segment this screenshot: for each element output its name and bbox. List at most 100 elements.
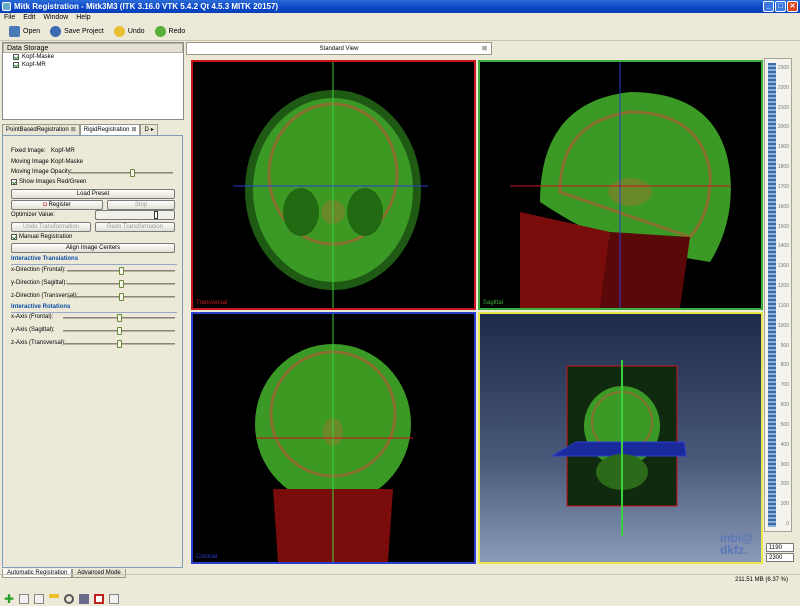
ruler-tick-label: 2000	[777, 124, 789, 131]
tab-rigid-registration[interactable]: RigidRegistration ⊠	[79, 124, 141, 135]
status-bar: 211.51 MB (6.37 %)	[0, 574, 800, 586]
close-icon[interactable]: ⊠	[71, 125, 76, 135]
ruler-tick-label: 600	[780, 402, 789, 409]
ruler-tick-label: 1300	[777, 263, 789, 270]
rotation-z-label: z-Axis (Transversal):	[11, 340, 66, 346]
node-visibility-checkbox[interactable]	[13, 54, 19, 60]
ruler-tick-label: 1400	[777, 243, 789, 250]
close-icon[interactable]: ⊠	[482, 43, 487, 55]
coronal-view[interactable]: Coronal	[191, 312, 476, 564]
memory-usage: 211.51 MB (6.37 %)	[735, 577, 788, 583]
arrow-left-icon[interactable]	[19, 594, 29, 604]
redo-button[interactable]: Redo	[152, 26, 189, 37]
manual-registration-row[interactable]: Manual Registration	[11, 234, 72, 240]
sagittal-view[interactable]: Sagittal	[478, 60, 763, 310]
load-preset-button[interactable]: Load Preset	[11, 189, 175, 199]
transversal-view-label: Transversal	[196, 300, 228, 306]
menu-edit[interactable]: Edit	[23, 13, 35, 23]
optimizer-value-label: Optimizer Value:	[11, 212, 55, 218]
close-icon[interactable]: ⊠	[131, 125, 136, 135]
level-window-bar[interactable]	[768, 63, 776, 527]
slider-handle[interactable]	[119, 280, 124, 288]
menu-help[interactable]: Help	[76, 13, 90, 23]
rotation-z-slider[interactable]	[63, 340, 175, 348]
align-image-centers-button[interactable]: Align Image Centers	[11, 243, 175, 253]
optimizer-value-field	[95, 210, 175, 220]
ruler-tick-label: 1500	[777, 223, 789, 230]
undo-icon	[113, 26, 125, 37]
translation-z-slider[interactable]	[67, 293, 175, 301]
data-node-kopf-maske[interactable]: Kopf-Maske	[3, 53, 183, 61]
slider-handle[interactable]	[117, 314, 122, 322]
menu-window[interactable]: Window	[43, 13, 68, 23]
slider-handle[interactable]	[119, 267, 124, 275]
left-panel: Data Storage Kopf-Maske Kopf-MR PointBas…	[0, 42, 185, 605]
transversal-view[interactable]: Transversal	[191, 60, 476, 310]
slider-handle[interactable]	[117, 340, 122, 348]
opacity-label: Moving Image Opacity:	[11, 169, 73, 175]
add-point-icon[interactable]: ✚	[4, 593, 14, 605]
ruler-tick-label: 2300	[777, 65, 789, 71]
data-storage-title: Data Storage	[3, 43, 183, 53]
section-divider	[11, 264, 177, 265]
ruler-tick-label: 700	[780, 382, 789, 389]
translation-x-slider[interactable]	[67, 267, 175, 275]
rotation-x-label: x-Axis (Frontal):	[11, 314, 54, 320]
view-3d[interactable]: mbi@ dkfz.	[478, 312, 763, 564]
window-title: Mitk Registration - Mitk3M3 (ITK 3.16.0 …	[14, 2, 279, 11]
slider-handle[interactable]	[119, 293, 124, 301]
toolbar: Open Save Project Undo Redo	[0, 23, 800, 41]
register-button[interactable]: ◘ Register	[11, 200, 103, 210]
maximize-button[interactable]: □	[775, 1, 786, 12]
redo-transformation-button[interactable]: Redo Transformation	[95, 222, 175, 232]
stop-button[interactable]: Stop	[107, 200, 175, 210]
show-red-green-row[interactable]: Show Images Red/Green	[11, 179, 86, 185]
ruler-tick-label: 800	[780, 362, 789, 369]
moving-image-value: Kopf-Maske	[51, 159, 84, 165]
ruler-tick-label: 2200	[777, 84, 789, 91]
ruler-tick-label: 900	[780, 342, 789, 349]
translation-x-label: x-Direction (Frontal):	[11, 267, 66, 273]
show-red-green-checkbox[interactable]	[11, 179, 17, 185]
node-visibility-checkbox[interactable]	[13, 62, 19, 68]
translations-section-title: Interactive Translations	[11, 256, 79, 262]
tab-standard-view[interactable]: Standard View ⊠	[186, 42, 492, 55]
record-icon[interactable]	[94, 594, 104, 604]
ruler-tick-label: 1600	[777, 203, 789, 210]
play-icon[interactable]	[109, 594, 119, 604]
tab-d[interactable]: D ▸	[140, 124, 158, 135]
ruler-tick-label: 200	[780, 481, 789, 488]
fixed-image-value: Kopf-MR	[51, 148, 75, 154]
level-input[interactable]: 1190	[766, 543, 794, 552]
menu-file[interactable]: File	[4, 13, 15, 23]
translation-y-slider[interactable]	[67, 280, 175, 288]
rotation-x-slider[interactable]	[63, 314, 175, 322]
minimize-button[interactable]: _	[763, 1, 774, 12]
slider-handle[interactable]	[117, 327, 122, 335]
mbi-dkfz-logo: mbi@ dkfz.	[719, 531, 753, 557]
undo-transformation-button[interactable]: Undo Transformation	[11, 222, 91, 232]
level-window-slider[interactable]: 2300 2200 2100 2000 1900 1800 1700 1600 1500 1400…	[764, 58, 792, 532]
rotation-y-slider[interactable]	[63, 327, 175, 335]
bottom-toolbar: ✚	[4, 593, 119, 605]
save-project-button[interactable]: Save Project	[47, 26, 107, 37]
opacity-slider-handle[interactable]	[130, 169, 135, 177]
chevron-right-icon[interactable]: ▸	[151, 125, 154, 135]
tab-point-based-registration[interactable]: PointBasedRegistration ⊠	[2, 124, 80, 135]
image-icon[interactable]	[79, 594, 89, 604]
close-button[interactable]: ✕	[787, 1, 798, 12]
register-icon: ◘	[43, 202, 47, 208]
open-button[interactable]: Open	[6, 26, 43, 37]
data-node-kopf-mr[interactable]: Kopf-MR	[3, 61, 183, 69]
ruler-tick-label: 1800	[777, 164, 789, 171]
window-input[interactable]: 2300	[766, 553, 794, 562]
optimizer-indicator-icon	[154, 211, 158, 219]
section-divider	[11, 312, 177, 313]
lasso-icon[interactable]	[64, 594, 74, 604]
measure-icon[interactable]	[49, 594, 59, 604]
arrow-right-icon[interactable]	[34, 594, 44, 604]
ruler-tick-label: 2100	[777, 104, 789, 111]
undo-button[interactable]: Undo	[111, 26, 148, 37]
opacity-slider[interactable]	[69, 169, 173, 177]
manual-registration-checkbox[interactable]	[11, 234, 17, 240]
